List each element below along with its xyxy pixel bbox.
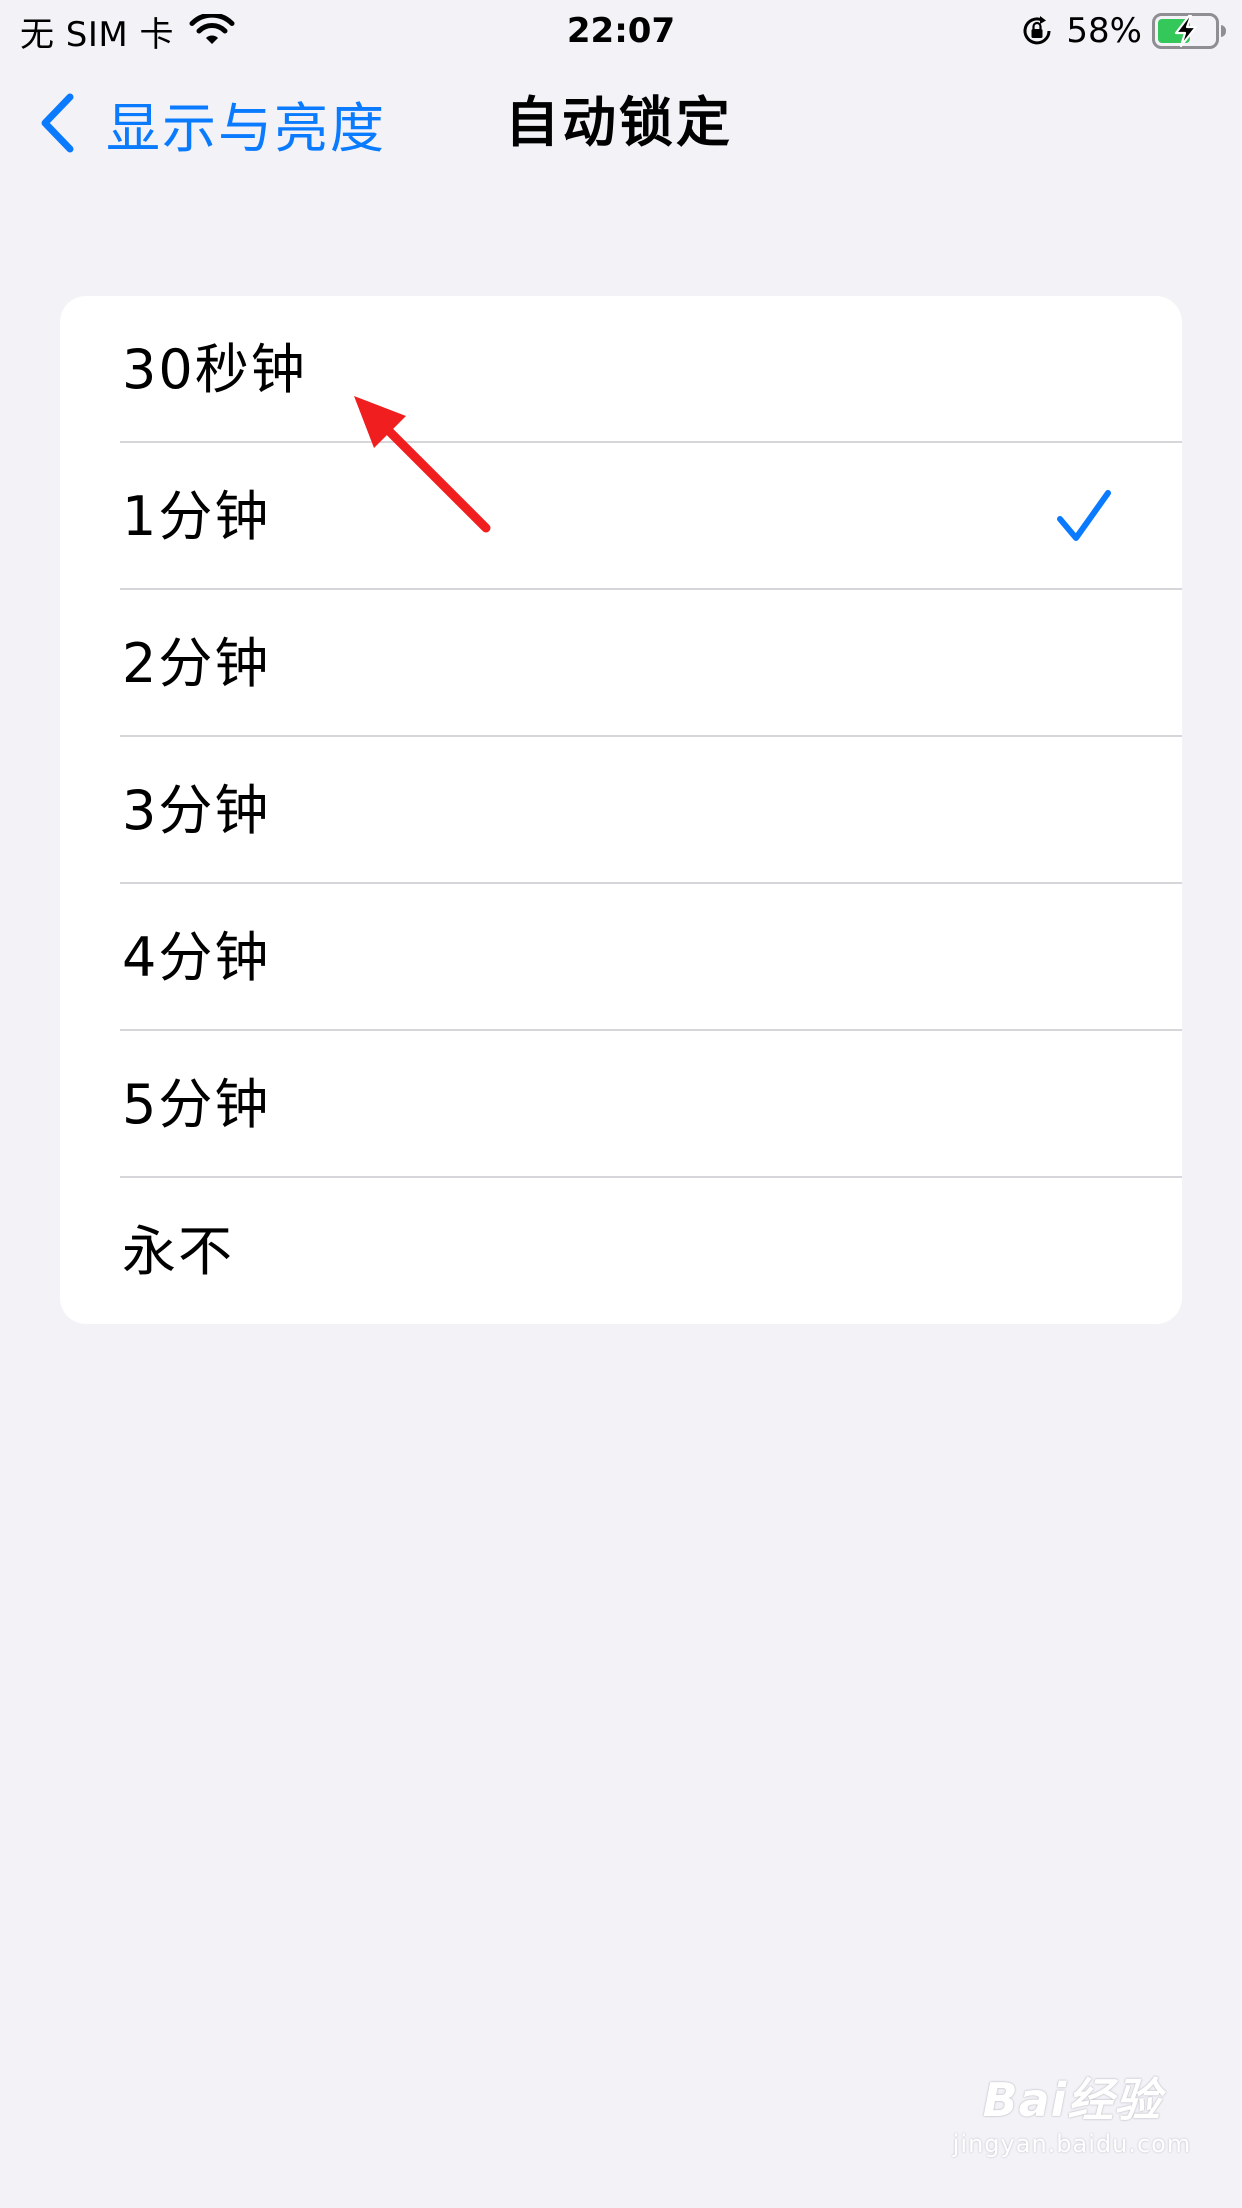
- option-label: 永不: [122, 1220, 234, 1283]
- option-30-seconds[interactable]: 30秒钟: [60, 296, 1182, 443]
- chevron-left-icon: [41, 93, 74, 153]
- option-label: 2分钟: [122, 632, 271, 695]
- auto-lock-options-list: 30秒钟 1分钟 2分钟 3分钟 4分钟 5分钟 永不: [60, 296, 1182, 1324]
- battery-percent: 58%: [1066, 11, 1142, 51]
- option-label: 5分钟: [122, 1073, 271, 1136]
- option-label: 1分钟: [122, 485, 271, 548]
- battery-charging-icon: [1152, 13, 1226, 49]
- status-bar: 无 SIM 卡 22:07 58%: [0, 0, 1242, 62]
- status-right: 58%: [1020, 8, 1228, 54]
- baidu-jingyan-watermark: Bai经验 jingyan.baidu.com: [952, 2070, 1192, 2180]
- orientation-lock-icon: [1023, 16, 1051, 45]
- option-2-minutes[interactable]: 2分钟: [60, 590, 1182, 737]
- red-arrow-annotation: [354, 396, 491, 533]
- page-title: 自动锁定: [505, 91, 733, 154]
- option-label: 4分钟: [122, 926, 271, 989]
- navigation-bar: 显示与亮度 自动锁定: [0, 62, 1242, 186]
- back-button[interactable]: 显示与亮度: [38, 90, 386, 160]
- option-label: 3分钟: [122, 779, 271, 842]
- option-never[interactable]: 永不: [60, 1178, 1182, 1324]
- option-4-minutes[interactable]: 4分钟: [60, 884, 1182, 1031]
- back-button-label: 显示与亮度: [106, 96, 386, 160]
- option-label: 30秒钟: [122, 338, 307, 401]
- watermark-url: jingyan.baidu.com: [952, 2130, 1192, 2158]
- option-1-minute[interactable]: 1分钟: [60, 443, 1182, 590]
- checkmark-icon: [1057, 490, 1111, 541]
- option-5-minutes[interactable]: 5分钟: [60, 1031, 1182, 1178]
- option-3-minutes[interactable]: 3分钟: [60, 737, 1182, 884]
- watermark-logo: Bai经验: [982, 2073, 1162, 2127]
